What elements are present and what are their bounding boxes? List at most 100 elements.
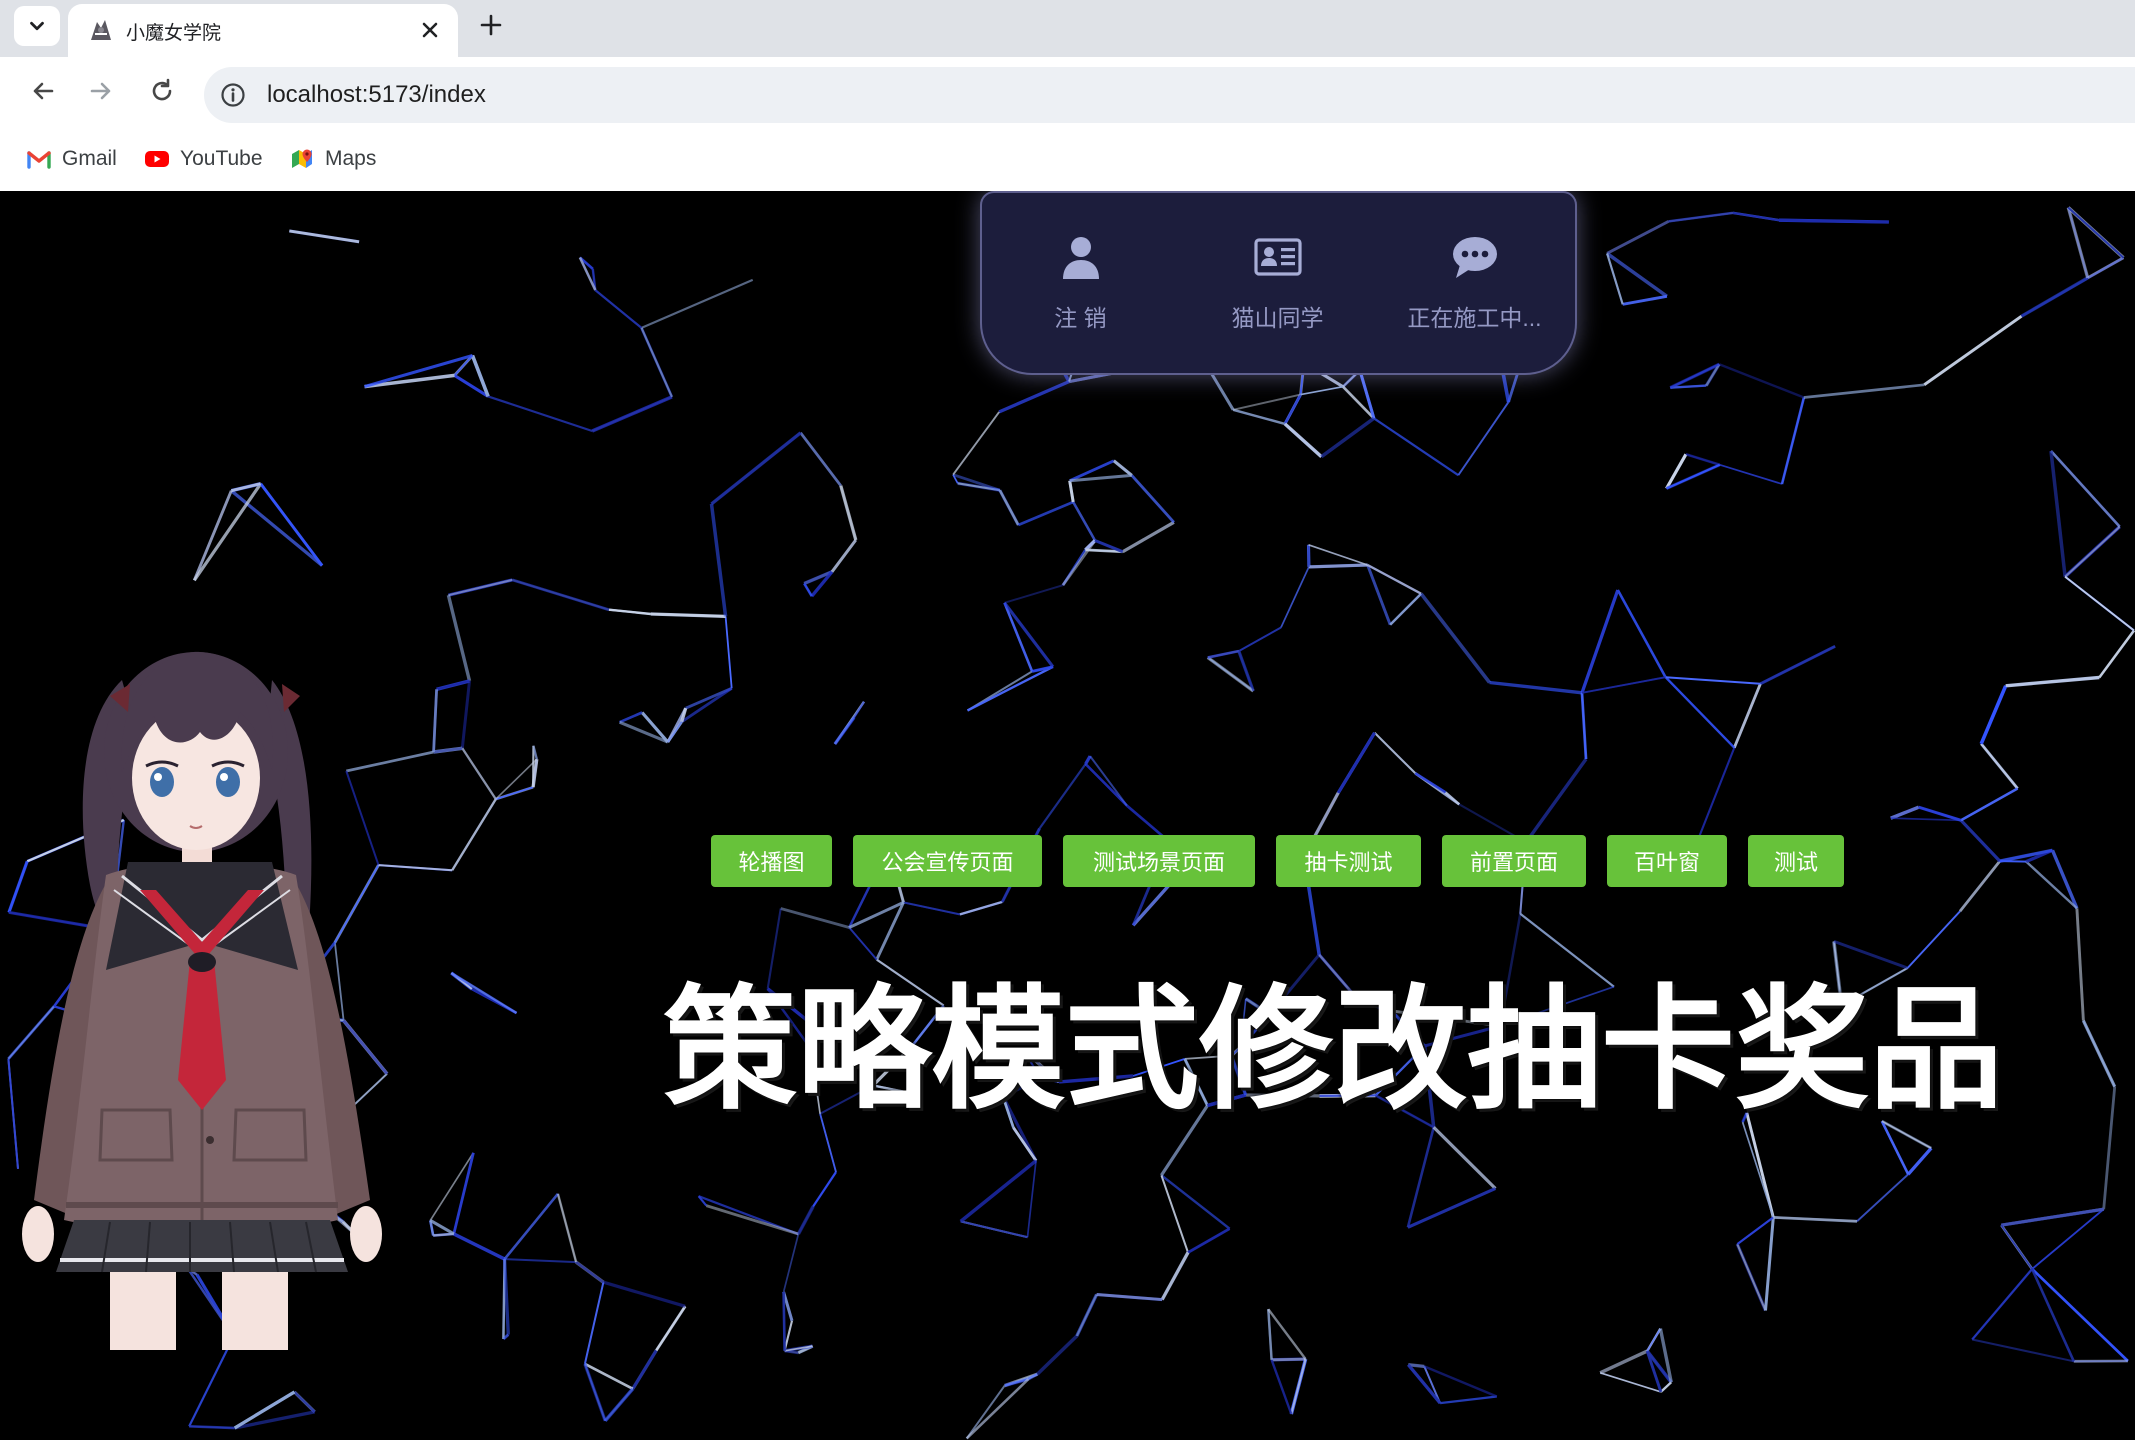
user-nav-panel: 注 销 猫山同学 正在施工中... [980, 191, 1577, 375]
nav-item-profile[interactable]: 猫山同学 [1179, 193, 1376, 373]
particle-line [1971, 1338, 2075, 1363]
bookmark-gmail[interactable]: Gmail [26, 144, 117, 174]
particle-line [2082, 1020, 2116, 1088]
particle-line [230, 489, 324, 567]
particle-line [2050, 849, 2079, 909]
prelude-page-button[interactable]: 前置页面 [1442, 835, 1586, 887]
particle-line [998, 380, 1070, 414]
particle-line [1745, 1112, 1775, 1218]
page-button-row: 轮播图 公会宣传页面 测试场景页面 抽卡测试 前置页面 百叶窗 测试 [711, 835, 1844, 887]
particle-line [966, 665, 1054, 712]
particle-line [2075, 908, 2085, 1021]
particle-line [2102, 1086, 2117, 1210]
particle-line [1581, 676, 1666, 694]
particle-line [1856, 1173, 1909, 1223]
particle-line [631, 1349, 658, 1390]
particle-line [1003, 601, 1055, 668]
particle-line [1489, 680, 1583, 695]
particle-line [583, 1281, 605, 1365]
gacha-test-button[interactable]: 抽卡测试 [1276, 835, 1421, 887]
particle-line [998, 489, 1020, 526]
gmail-icon [27, 151, 51, 169]
particle-line [1759, 644, 1836, 686]
particle-line [1320, 416, 1375, 459]
particle-line [1764, 1217, 1775, 1311]
particle-line [1599, 1349, 1648, 1375]
reload-icon[interactable] [147, 76, 177, 106]
particle-line [799, 431, 842, 487]
blinds-button[interactable]: 百叶窗 [1607, 835, 1727, 887]
bookmark-label: Gmail [62, 147, 117, 170]
particle-line [1160, 1251, 1190, 1301]
particle-line [448, 578, 513, 597]
particle-line [1971, 1268, 2034, 1341]
particle-line [1232, 393, 1301, 411]
particle-line [1300, 385, 1344, 396]
plus-icon[interactable] [476, 10, 506, 40]
test-button[interactable]: 测试 [1748, 835, 1844, 887]
particle-line [2025, 860, 2078, 910]
particle-line [591, 395, 673, 433]
guild-promo-page-button[interactable]: 公会宣传页面 [853, 835, 1042, 887]
video-caption: 策略模式修改抽卡奖品 [663, 972, 2004, 1128]
particle-line [1833, 940, 1909, 970]
particle-line [830, 539, 858, 573]
particle-line [1267, 1308, 1307, 1360]
particle-line [289, 229, 360, 244]
particle-line [293, 1391, 316, 1413]
maps-icon [292, 149, 312, 168]
particle-line [959, 1159, 1038, 1223]
particle-line [1741, 1121, 1775, 1218]
particle-line [1336, 731, 1376, 794]
test-scene-page-button[interactable]: 测试场景页面 [1063, 835, 1255, 887]
particle-line [1308, 543, 1368, 566]
particle-line [1780, 397, 1806, 485]
particle-line [2020, 256, 2124, 318]
close-icon[interactable] [418, 18, 442, 42]
carousel-button[interactable]: 轮播图 [711, 835, 832, 887]
particle-line [1732, 211, 1780, 222]
active-tab[interactable]: 小魔女学院 [68, 4, 458, 57]
particle-line [1622, 294, 1668, 306]
tab-search-button[interactable] [14, 6, 60, 46]
particle-line [1075, 1294, 1098, 1337]
bookmark-maps[interactable]: Maps [289, 144, 376, 174]
particle-line [1414, 772, 1447, 794]
particle-line [436, 680, 470, 691]
nav-item-label: 注 销 [1054, 305, 1107, 331]
address-bar[interactable]: localhost:5173/index [204, 67, 2135, 123]
bookmarks-bar: Gmail YouTube Maps [0, 125, 2135, 191]
tab-title: 小魔女学院 [126, 23, 222, 44]
particle-line [1130, 474, 1175, 524]
nav-item-logout[interactable]: 注 销 [982, 193, 1179, 373]
info-icon[interactable] [220, 82, 246, 108]
particle-line [965, 1378, 1030, 1440]
particle-line [189, 1424, 235, 1430]
particle-line [1733, 683, 1762, 749]
particle-line [1419, 592, 1491, 684]
particle-line [1290, 1358, 1307, 1415]
particle-line [1999, 848, 2053, 863]
particle-line [1284, 394, 1302, 425]
back-arrow-icon[interactable] [28, 76, 58, 106]
particle-line [1980, 742, 2019, 790]
particle-line [1089, 755, 1128, 807]
particle-line [1373, 732, 1417, 775]
particle-line [460, 680, 471, 749]
browser-toolbar: localhost:5173/index [0, 57, 2135, 125]
bookmark-youtube[interactable]: YouTube [144, 144, 263, 174]
nav-item-under-construction[interactable]: 正在施工中... [1376, 193, 1573, 373]
particle-line [603, 1387, 635, 1422]
particle-line [1373, 417, 1459, 477]
particle-line [503, 1192, 559, 1260]
particle-line [594, 289, 643, 329]
particle-line [364, 354, 473, 389]
particle-line [2064, 525, 2121, 578]
particle-line [1718, 363, 1805, 399]
particle-line [641, 278, 754, 329]
particle-line [575, 1260, 605, 1284]
particle-line [1665, 676, 1761, 685]
particle-line [450, 971, 518, 1015]
particle-line [1524, 758, 1588, 844]
forward-arrow-icon[interactable] [86, 76, 116, 106]
